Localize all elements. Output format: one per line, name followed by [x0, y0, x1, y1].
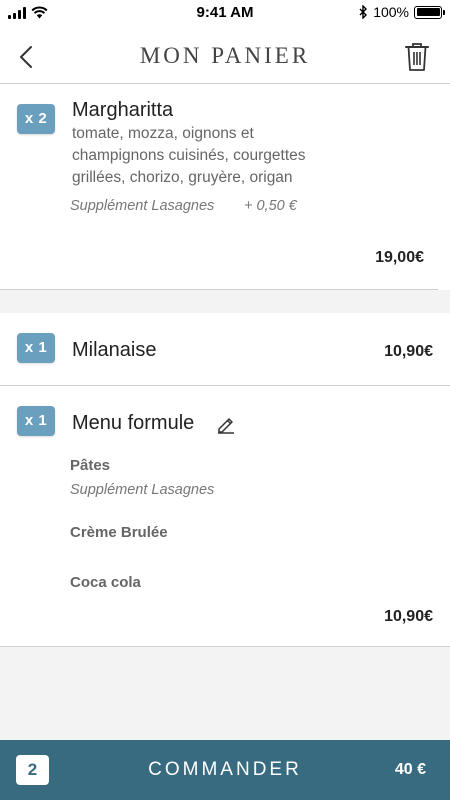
- item-supplement-price: + 0,50 €: [244, 198, 297, 214]
- trash-icon[interactable]: [404, 42, 430, 72]
- section-gap: [0, 290, 450, 313]
- menu-component: Pâtes: [70, 457, 111, 474]
- order-total: 40 €: [394, 761, 426, 778]
- item-name: Menu formule: [72, 412, 195, 434]
- page-title: MON PANIER: [139, 43, 311, 68]
- battery-icon: [414, 5, 445, 19]
- order-button[interactable]: 2 COMMANDER 40 €: [0, 740, 450, 800]
- item-price: 19,00€: [375, 249, 424, 266]
- item-name: Margharitta: [72, 99, 174, 121]
- cart-item[interactable]: x 2 Margharitta tomate, mozza, oignons e…: [0, 85, 450, 290]
- quantity-badge[interactable]: x 1: [17, 333, 55, 363]
- order-button-label: COMMANDER: [148, 759, 302, 780]
- pencil-icon[interactable]: [216, 414, 236, 434]
- item-description: tomate, mozza, oignons et champignons cu…: [72, 125, 306, 186]
- header: MON PANIER: [0, 26, 450, 84]
- menu-component: Crème Brulée: [70, 524, 168, 541]
- item-price: 10,90€: [384, 343, 433, 360]
- quantity-badge[interactable]: x 2: [17, 104, 55, 134]
- quantity-badge[interactable]: x 1: [17, 406, 55, 436]
- item-price: 10,90€: [384, 608, 433, 625]
- menu-component: Coca cola: [70, 574, 141, 591]
- item-name: Milanaise: [72, 339, 157, 361]
- item-supplement: Supplément Lasagnes: [70, 198, 215, 214]
- status-right: 100%: [359, 4, 445, 20]
- status-bar: 9:41 AM 100%: [0, 0, 450, 26]
- cart-item[interactable]: x 1 Menu formule Pâtes Supplément Lasagn…: [0, 386, 450, 646]
- cart-item[interactable]: x 1 Milanaise 10,90€: [0, 313, 450, 385]
- menu-component-supplement: Supplément Lasagnes: [70, 482, 215, 498]
- battery-percent: 100%: [373, 4, 409, 20]
- bluetooth-icon: [359, 5, 368, 19]
- empty-area: [0, 647, 450, 740]
